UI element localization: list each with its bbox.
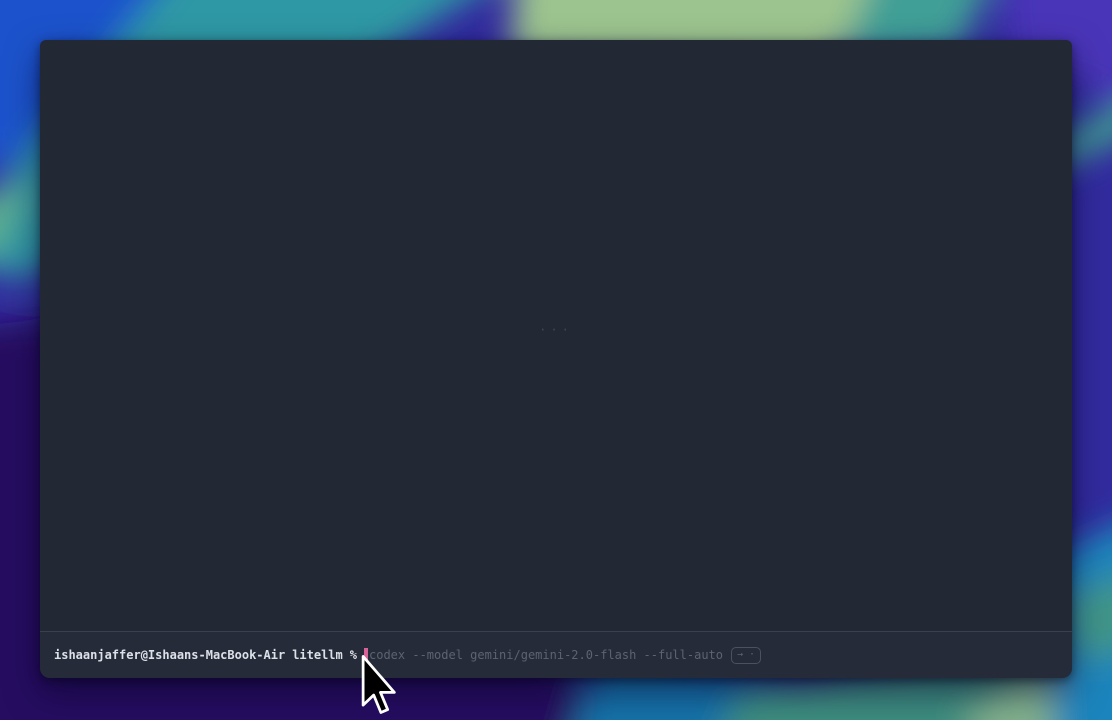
tab-complete-hint-badge: → ·: [731, 647, 761, 664]
prompt-directory: litellm: [292, 648, 343, 662]
text-cursor-beam: [364, 648, 368, 663]
terminal-loading-ellipsis: ···: [40, 323, 1072, 337]
prompt-user-host: ishaanjaffer@Ishaans-MacBook-Air: [54, 648, 285, 662]
prompt-symbol: %: [350, 648, 357, 662]
terminal-window[interactable]: ··· ishaanjaffer@Ishaans-MacBook-Air lite…: [40, 40, 1072, 678]
terminal-output-area: ···: [40, 40, 1072, 631]
terminal-prompt-bar[interactable]: ishaanjaffer@Ishaans-MacBook-Air litellm%…: [40, 631, 1072, 678]
prompt-autosuggestion: codex --model gemini/gemini-2.0-flash --…: [369, 648, 723, 662]
